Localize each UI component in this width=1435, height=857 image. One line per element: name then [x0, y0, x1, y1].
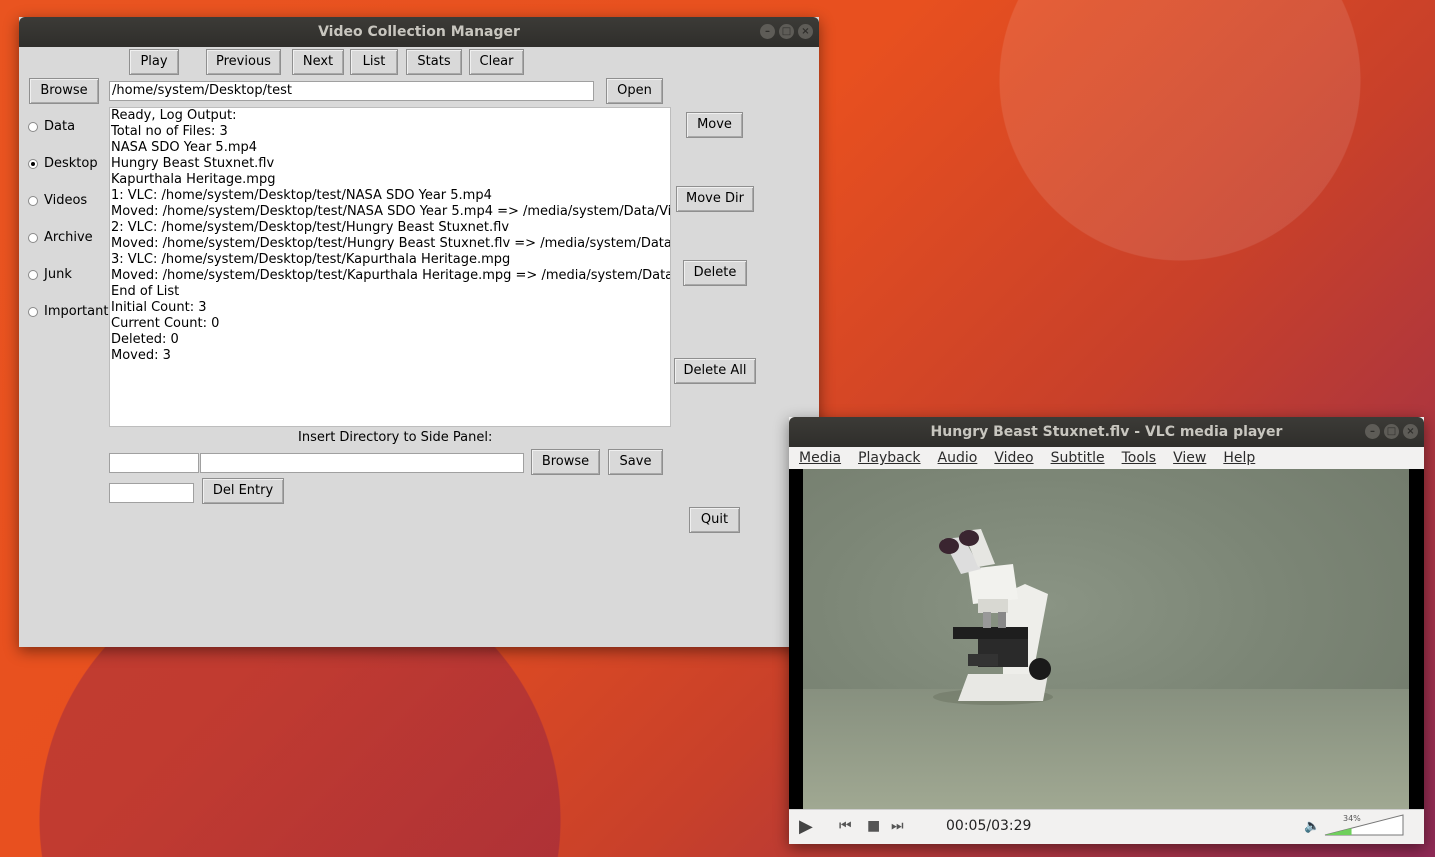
vcm-body: Play Previous Next List Stats Clear Brow…: [19, 47, 819, 647]
vcm-window: Video Collection Manager – □ × Play Prev…: [19, 17, 819, 647]
radio-important-label: Important: [44, 304, 109, 319]
vcm-titlebar[interactable]: Video Collection Manager – □ ×: [19, 17, 819, 47]
log-line: Kapurthala Heritage.mpg: [111, 172, 276, 187]
microscope-image: [933, 529, 1053, 705]
menu-video[interactable]: Video: [984, 450, 1040, 466]
vcm-title: Video Collection Manager: [318, 24, 520, 40]
radio-videos[interactable]: Videos: [28, 193, 87, 208]
next-icon[interactable]: ⏭: [891, 818, 904, 834]
volume-slider[interactable]: 34%: [1323, 813, 1405, 837]
radio-archive-indicator[interactable]: [28, 232, 38, 243]
menu-video-label: Video: [994, 450, 1034, 466]
log-line: Moved: /home/system/Desktop/test/Kapurth…: [111, 268, 671, 283]
time-display: 00:05/03:29: [946, 818, 1032, 834]
menu-help-label: Help: [1223, 450, 1256, 466]
del-entry-input[interactable]: [109, 483, 194, 503]
close-icon[interactable]: ×: [798, 24, 813, 39]
maximize-icon[interactable]: □: [779, 24, 794, 39]
radio-junk-label: Junk: [44, 267, 72, 282]
insert-name-input[interactable]: [109, 453, 199, 473]
radio-desktop-label: Desktop: [44, 156, 98, 171]
log-line: Hungry Beast Stuxnet.flv: [111, 156, 275, 171]
insert-directory-label: Insert Directory to Side Panel:: [298, 430, 493, 445]
menu-view[interactable]: View: [1163, 450, 1213, 466]
menu-help[interactable]: Help: [1213, 450, 1262, 466]
log-line: NASA SDO Year 5.mp4: [111, 140, 258, 155]
video-area[interactable]: [789, 469, 1424, 809]
log-line: 1: VLC: /home/system/Desktop/test/NASA S…: [111, 188, 492, 203]
stats-button[interactable]: Stats: [406, 49, 462, 75]
del-entry-button[interactable]: Del Entry: [202, 478, 284, 504]
menu-playback[interactable]: Playback: [848, 450, 927, 466]
log-line: Current Count: 0: [111, 316, 220, 331]
delete-all-button[interactable]: Delete All: [674, 358, 756, 384]
insert-browse-button[interactable]: Browse: [531, 449, 600, 475]
move-button[interactable]: Move: [686, 112, 743, 138]
menu-playback-label: Playback: [858, 450, 921, 466]
previous-icon[interactable]: ⏮: [839, 818, 852, 834]
close-icon[interactable]: ×: [1403, 424, 1418, 439]
vlc-title: Hungry Beast Stuxnet.flv - VLC media pla…: [930, 424, 1283, 440]
radio-important[interactable]: Important: [28, 304, 108, 319]
menu-media-label: Media: [799, 450, 842, 466]
menu-view-label: View: [1173, 450, 1207, 466]
menu-tools-label: Tools: [1121, 450, 1157, 466]
stop-icon[interactable]: ■: [867, 818, 880, 834]
vlc-controls: ▶ ⏮ ■ ⏭ 00:05/03:29 🔈 34%: [789, 809, 1424, 844]
play-button[interactable]: Play: [129, 49, 179, 75]
radio-data[interactable]: Data: [28, 119, 75, 134]
save-button[interactable]: Save: [608, 449, 663, 475]
menu-audio[interactable]: Audio: [928, 450, 985, 466]
log-line: 3: VLC: /home/system/Desktop/test/Kapurt…: [111, 252, 511, 267]
log-line: Total no of Files: 3: [111, 124, 228, 139]
maximize-icon[interactable]: □: [1384, 424, 1399, 439]
video-frame: [803, 469, 1409, 809]
log-line: Ready, Log Output:: [111, 108, 237, 123]
menu-subtitle[interactable]: Subtitle: [1041, 450, 1112, 466]
vlc-titlebar[interactable]: Hungry Beast Stuxnet.flv - VLC media pla…: [789, 417, 1424, 447]
play-icon[interactable]: ▶: [799, 816, 813, 837]
log-line: Initial Count: 3: [111, 300, 207, 315]
radio-archive[interactable]: Archive: [28, 230, 93, 245]
vlc-menubar: Media Playback Audio Video Subtitle Tool…: [789, 447, 1424, 469]
log-line: Deleted: 0: [111, 332, 179, 347]
log-output[interactable]: Ready, Log Output: Total no of Files: 3 NA…: [109, 107, 671, 427]
minimize-icon[interactable]: –: [760, 24, 775, 39]
list-button[interactable]: List: [350, 49, 398, 75]
radio-important-indicator[interactable]: [28, 306, 38, 317]
volume-text: 34%: [1343, 814, 1361, 823]
clear-button[interactable]: Clear: [469, 49, 524, 75]
log-line: Moved: /home/system/Desktop/test/NASA SD…: [111, 204, 671, 219]
radio-junk[interactable]: Junk: [28, 267, 72, 282]
previous-button[interactable]: Previous: [206, 49, 281, 75]
log-line: Moved: /home/system/Desktop/test/Hungry …: [111, 236, 671, 251]
insert-path-input[interactable]: [200, 453, 524, 473]
menu-audio-label: Audio: [937, 450, 978, 466]
radio-desktop-indicator[interactable]: [28, 158, 38, 169]
next-button[interactable]: Next: [292, 49, 344, 75]
radio-desktop[interactable]: Desktop: [28, 156, 98, 171]
menu-subtitle-label: Subtitle: [1050, 450, 1105, 466]
move-dir-button[interactable]: Move Dir: [676, 186, 754, 212]
log-line: Moved: 3: [111, 348, 171, 363]
radio-data-label: Data: [44, 119, 76, 134]
vlc-window: Hungry Beast Stuxnet.flv - VLC media pla…: [789, 417, 1424, 844]
speaker-icon[interactable]: 🔈: [1304, 819, 1320, 834]
open-button[interactable]: Open: [606, 78, 663, 104]
log-line: End of List: [111, 284, 180, 299]
radio-archive-label: Archive: [44, 230, 93, 245]
browse-button[interactable]: Browse: [29, 78, 99, 104]
delete-button[interactable]: Delete: [683, 260, 747, 286]
radio-data-indicator[interactable]: [28, 121, 38, 132]
radio-junk-indicator[interactable]: [28, 269, 38, 280]
log-line: 2: VLC: /home/system/Desktop/test/Hungry…: [111, 220, 510, 235]
minimize-icon[interactable]: –: [1365, 424, 1380, 439]
menu-media[interactable]: Media: [789, 450, 848, 466]
radio-videos-label: Videos: [44, 193, 88, 208]
menu-tools[interactable]: Tools: [1112, 450, 1164, 466]
quit-button[interactable]: Quit: [689, 507, 740, 533]
path-input[interactable]: /home/system/Desktop/test: [109, 81, 594, 101]
radio-videos-indicator[interactable]: [28, 195, 38, 206]
